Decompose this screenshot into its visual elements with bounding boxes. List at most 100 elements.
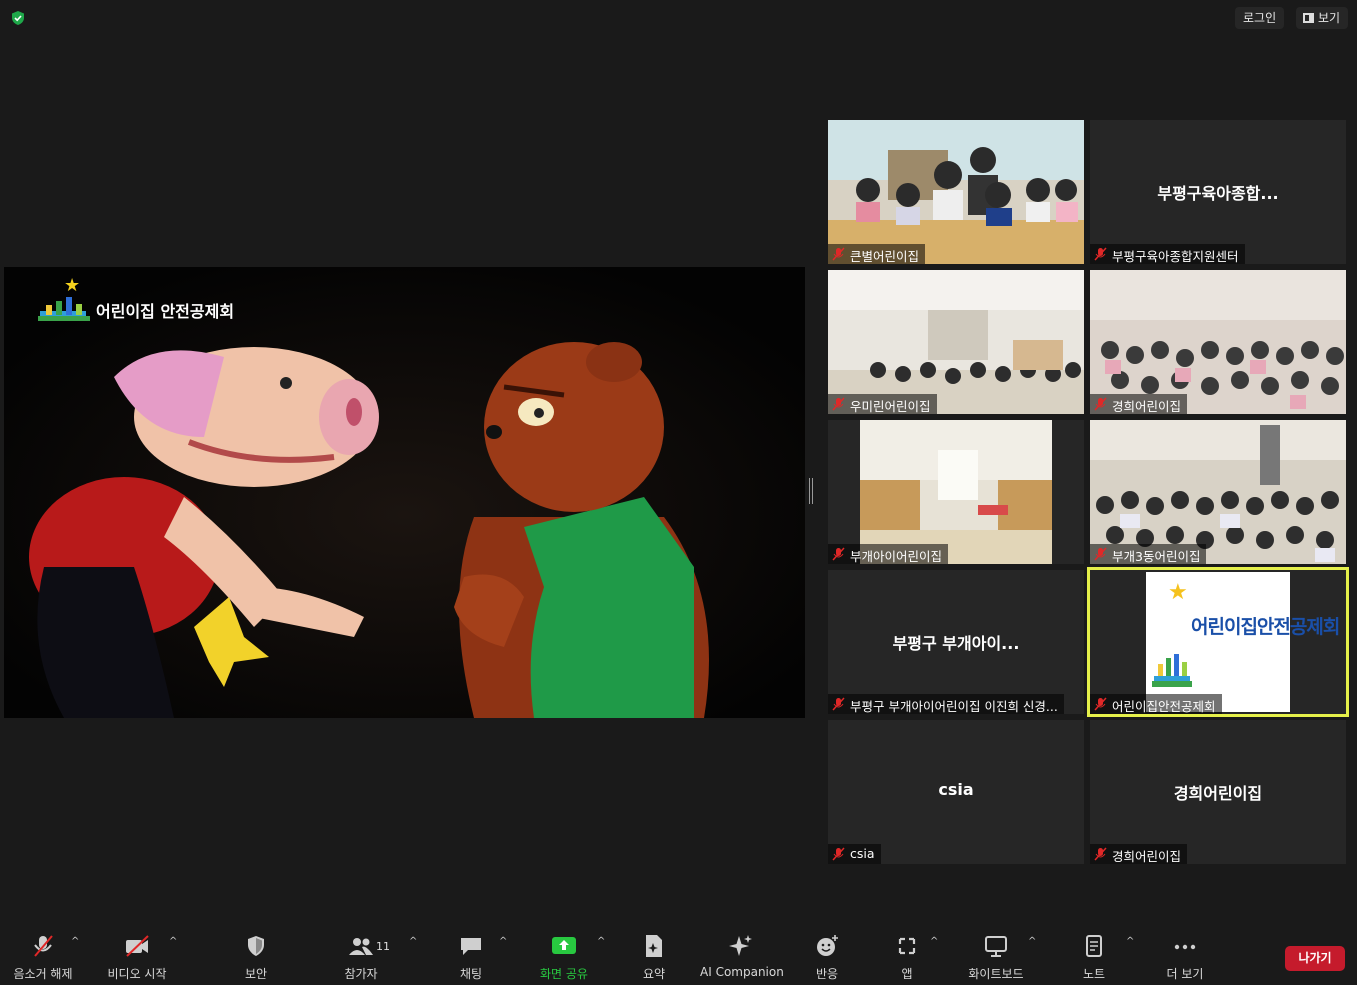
leave-button[interactable]: 나가기	[1285, 946, 1345, 971]
notes-icon	[1086, 935, 1102, 957]
document-sparkle-icon	[646, 935, 662, 957]
participant-name: 어린이집안전공제회	[1112, 699, 1216, 714]
unmute-button[interactable]: 음소거 해제	[10, 934, 76, 982]
ai-sparkle-icon	[729, 935, 752, 956]
muted-mic-icon	[1094, 247, 1107, 261]
participant-name: 부개3동어린이집	[1112, 549, 1201, 564]
participant-name: 큰별어린이집	[850, 249, 920, 264]
participant-name: 부평구육아종합지원센터	[1112, 249, 1239, 264]
chat-label: 채팅	[459, 967, 483, 981]
participant-name-tag: 부개3동어린이집	[1090, 544, 1207, 564]
unmute-label: 음소거 해제	[13, 967, 73, 981]
participant-logo-video: ★ 어린이집안전공제회	[1146, 572, 1340, 712]
participant-name-tag: 부개아이어린이집	[828, 544, 949, 564]
participant-tile[interactable]: 부개아이어린이집	[828, 420, 1084, 564]
participant-video	[1090, 420, 1346, 564]
participants-options-caret[interactable]: ^	[409, 936, 417, 947]
participant-name: csia	[850, 846, 875, 861]
participant-tile[interactable]: 부평구육아종합... 부평구육아종합지원센터	[1090, 120, 1346, 264]
participant-tile[interactable]: 우미린어린이집	[828, 270, 1084, 414]
participant-video	[1090, 270, 1346, 414]
participant-name: 경희어린이집	[1112, 399, 1182, 414]
participant-display-name: 부평구 부개아이...	[892, 634, 1020, 653]
apps-icon	[898, 937, 916, 955]
view-button-label: 보기	[1318, 11, 1341, 25]
participant-video	[828, 420, 1084, 564]
apps-button[interactable]: 앱	[888, 934, 926, 982]
muted-mic-icon	[1094, 847, 1107, 861]
chat-button[interactable]: 채팅	[451, 934, 491, 982]
participant-name-tag: 우미린어린이집	[828, 394, 937, 414]
apps-options-caret[interactable]: ^	[930, 936, 938, 947]
muted-mic-icon	[1094, 697, 1107, 711]
participant-tile[interactable]: 경희어린이집 경희어린이집	[1090, 720, 1346, 864]
whiteboard-button[interactable]: 화이트보드	[962, 934, 1030, 982]
participant-display-name: 경희어린이집	[1173, 784, 1263, 803]
security-button[interactable]: 보안	[236, 934, 276, 982]
muted-mic-icon	[1094, 397, 1107, 411]
participant-name: 부평구 부개아이어린이집 이진희 신경...	[850, 699, 1058, 714]
participant-tile[interactable]: 부개3동어린이집	[1090, 420, 1346, 564]
muted-mic-icon	[832, 847, 845, 861]
whiteboard-label: 화이트보드	[968, 967, 1024, 981]
participant-name: 우미린어린이집	[850, 399, 931, 414]
participant-name-tag: 경희어린이집	[1090, 844, 1188, 864]
whiteboard-icon	[985, 936, 1007, 957]
participant-video	[828, 270, 1084, 414]
notes-options-caret[interactable]: ^	[1126, 936, 1134, 947]
shield-icon	[248, 936, 264, 956]
participant-tile[interactable]: 부평구 부개아이... 부평구 부개아이어린이집 이진희 신경...	[828, 570, 1084, 714]
video-options-caret[interactable]: ^	[169, 936, 177, 947]
more-button[interactable]: 더 보기	[1162, 934, 1208, 982]
share-screen-button[interactable]: 화면 공유	[534, 934, 594, 982]
apps-label: 앱	[901, 967, 913, 981]
start-video-label: 비디오 시작	[107, 967, 167, 981]
muted-mic-icon	[34, 935, 53, 957]
muted-mic-icon	[832, 697, 845, 711]
more-dots-icon	[1174, 944, 1196, 950]
logo-icon	[38, 297, 90, 321]
puppet-show-image	[4, 267, 805, 718]
participant-display-name: 부평구육아종합...	[1157, 184, 1279, 203]
share-screen-label: 화면 공유	[540, 967, 588, 981]
reactions-button[interactable]: 반응	[807, 934, 847, 982]
shared-screen[interactable]: ★ 어린이집 안전공제회	[4, 267, 805, 718]
participant-name: 경희어린이집	[1112, 849, 1182, 864]
more-label: 더 보기	[1166, 967, 1204, 981]
participant-name-tag: 어린이집안전공제회	[1090, 694, 1222, 714]
participant-video	[828, 120, 1084, 264]
security-label: 보안	[244, 967, 268, 981]
muted-mic-icon	[832, 397, 845, 411]
participant-name-tag: 부평구육아종합지원센터	[1090, 244, 1245, 264]
security-shield-icon[interactable]	[10, 10, 26, 26]
whiteboard-options-caret[interactable]: ^	[1028, 936, 1036, 947]
start-video-button[interactable]: 비디오 시작	[102, 934, 172, 982]
ai-companion-label: AI Companion	[700, 965, 784, 979]
panel-resize-handle[interactable]	[809, 478, 813, 504]
participants-count: 11	[376, 940, 390, 953]
reactions-label: 반응	[815, 967, 839, 981]
participant-display-name: csia	[938, 780, 974, 799]
audio-options-caret[interactable]: ^	[71, 936, 79, 947]
login-button[interactable]: 로그인	[1235, 7, 1285, 29]
share-options-caret[interactable]: ^	[597, 936, 605, 947]
ai-companion-button[interactable]: AI Companion	[700, 934, 784, 982]
notes-button[interactable]: 노트	[1076, 934, 1112, 982]
summary-button[interactable]: 요약	[634, 934, 674, 982]
participant-tile[interactable]: 경희어린이집	[1090, 270, 1346, 414]
logo-icon	[1152, 654, 1192, 687]
logo-text: 어린이집 안전공제회	[96, 302, 235, 321]
participant-name-tag: 부평구 부개아이어린이집 이진희 신경...	[828, 694, 1064, 714]
chat-bubble-icon	[461, 938, 481, 955]
logo-text: 어린이집안전공제회	[1191, 616, 1340, 638]
chat-options-caret[interactable]: ^	[499, 936, 507, 947]
top-bar: 로그인 보기	[0, 0, 1357, 38]
view-button[interactable]: 보기	[1296, 7, 1349, 29]
participants-icon	[349, 938, 373, 955]
emoji-plus-icon	[817, 935, 838, 956]
participant-name: 부개아이어린이집	[850, 549, 943, 564]
video-off-icon	[126, 935, 149, 957]
participant-tile[interactable]: 큰별어린이집	[828, 120, 1084, 264]
participant-tile-active-speaker[interactable]: ★ 어린이집안전공제회 어린이집안전공제회	[1087, 567, 1349, 717]
participant-tile[interactable]: csia csia	[828, 720, 1084, 864]
